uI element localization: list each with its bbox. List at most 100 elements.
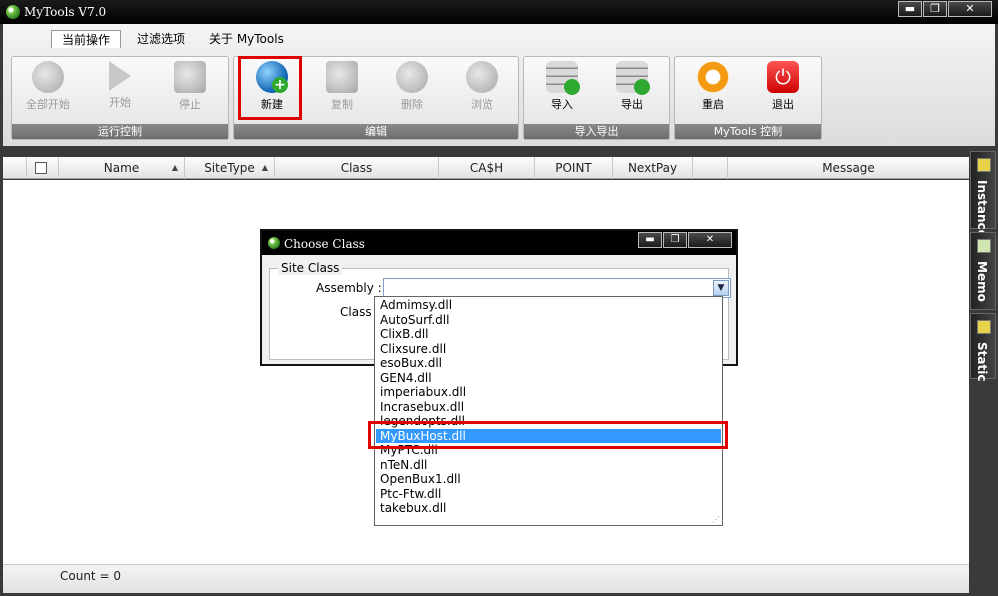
highlight-box-new-button — [238, 56, 302, 120]
delete-button[interactable]: 删除 — [382, 61, 442, 113]
site-class-legend: Site Class — [278, 261, 343, 275]
exit-button[interactable]: ⏻ 退出 — [753, 61, 813, 113]
column-class-label: Class — [340, 161, 373, 175]
dropdown-item[interactable]: esoBux.dll — [376, 356, 721, 370]
start-button[interactable]: 开始 — [90, 61, 150, 113]
tab-about[interactable]: 关于 MyTools — [199, 30, 294, 48]
column-nextpay-label: NextPay — [627, 161, 678, 175]
start-all-label: 全部开始 — [26, 98, 70, 111]
restart-button[interactable]: 重启 — [683, 61, 743, 113]
dialog-maximize-button[interactable]: ❐ — [663, 232, 687, 248]
dropdown-item[interactable]: OpenBux1.dll — [376, 472, 721, 486]
chevron-down-icon[interactable]: ▼ — [713, 280, 729, 296]
import-button[interactable]: 导入 — [532, 61, 592, 113]
export-icon — [616, 61, 650, 95]
column-cash-label: CA$H — [469, 161, 504, 175]
assembly-label: Assembly : — [316, 281, 382, 295]
assembly-dropdown-list[interactable]: Admimsy.dll AutoSurf.dll ClixB.dll Clixs… — [374, 296, 723, 526]
column-select-all[interactable] — [27, 157, 59, 179]
ribbon-group-mytools-control: 重启 ⏻ 退出 MyTools 控制 — [674, 56, 822, 140]
ribbon-group-run-control: 全部开始 开始 停止 运行控制 — [11, 56, 229, 140]
resize-grip-icon[interactable]: ⋰ — [712, 515, 720, 524]
record-count: Count = 0 — [60, 569, 121, 583]
dialog-title-bar: Choose Class ▬ ❐ ✕ — [262, 231, 736, 255]
close-button[interactable]: ✕ — [948, 1, 992, 17]
dialog-close-button[interactable]: ✕ — [688, 232, 732, 248]
dropdown-item[interactable]: imperiabux.dll — [376, 385, 721, 399]
stop-label: 停止 — [179, 98, 201, 111]
app-logo-icon — [6, 5, 20, 19]
side-panel: Instance Memo Static — [969, 150, 997, 596]
dialog-minimize-button[interactable]: ▬ — [638, 232, 662, 248]
column-message-label: Message — [822, 161, 875, 175]
status-bar: Count = 0 — [3, 564, 969, 593]
browse-icon — [466, 61, 498, 93]
maximize-button[interactable]: ❐ — [923, 1, 947, 17]
group-label-run-control: 运行控制 — [12, 124, 228, 139]
side-tab-memo[interactable]: Memo — [970, 232, 996, 310]
start-all-button[interactable]: 全部开始 — [18, 61, 78, 113]
start-label: 开始 — [109, 96, 131, 109]
column-class[interactable]: Class — [275, 157, 439, 179]
exit-label: 退出 — [772, 98, 794, 111]
dialog-logo-icon — [268, 237, 280, 249]
minimize-button[interactable]: ▬ — [898, 1, 922, 17]
dropdown-item[interactable]: nTeN.dll — [376, 458, 721, 472]
delete-icon — [396, 61, 428, 93]
title-bar: MyTools V7.0 ▬ ❐ ✕ — [0, 0, 998, 24]
copy-button[interactable]: 复制 — [312, 61, 372, 113]
instance-icon — [977, 158, 991, 172]
browse-button[interactable]: 浏览 — [452, 61, 512, 113]
dropdown-item[interactable]: takebux.dll — [376, 501, 721, 515]
ribbon: 当前操作 过滤选项 关于 MyTools 全部开始 开始 停止 运行控制 新建 … — [3, 24, 995, 146]
dialog-title: Choose Class — [284, 237, 365, 251]
power-icon: ⏻ — [767, 61, 799, 93]
dropdown-item[interactable]: Admimsy.dll — [376, 298, 721, 312]
dropdown-item[interactable]: ClixB.dll — [376, 327, 721, 341]
side-tab-memo-label: Memo — [975, 261, 989, 302]
stop-button[interactable]: 停止 — [160, 61, 220, 113]
ribbon-group-import-export: 导入 导出 导入导出 — [523, 56, 670, 140]
restart-label: 重启 — [702, 98, 724, 111]
side-tab-instance-label: Instance — [975, 180, 989, 238]
restart-icon — [697, 61, 729, 93]
column-message[interactable]: Message — [728, 157, 969, 179]
tab-filter-options[interactable]: 过滤选项 — [127, 30, 195, 48]
column-cash[interactable]: CA$H — [439, 157, 535, 179]
column-sitetype[interactable]: SiteType ▲ — [185, 157, 275, 179]
sort-icon: ▲ — [261, 163, 268, 172]
column-point[interactable]: POINT — [535, 157, 613, 179]
dropdown-item[interactable]: Clixsure.dll — [376, 342, 721, 356]
play-icon — [109, 61, 131, 91]
side-tab-static-label: Static — [975, 342, 989, 382]
column-point-label: POINT — [555, 161, 592, 175]
dropdown-item[interactable]: Incrasebux.dll — [376, 400, 721, 414]
dropdown-item[interactable]: AutoSurf.dll — [376, 313, 721, 327]
import-icon — [546, 61, 580, 95]
export-button[interactable]: 导出 — [602, 61, 662, 113]
column-indicator — [3, 157, 27, 179]
dropdown-item[interactable]: GEN4.dll — [376, 371, 721, 385]
side-tab-static[interactable]: Static — [970, 313, 996, 382]
column-sitetype-label: SiteType — [204, 161, 255, 175]
dropdown-item[interactable]: Ptc-Ftw.dll — [376, 487, 721, 501]
group-label-mytools-control: MyTools 控制 — [675, 124, 821, 139]
copy-icon — [326, 61, 358, 93]
side-tab-instance[interactable]: Instance — [970, 151, 996, 238]
browse-label: 浏览 — [471, 98, 493, 111]
column-name[interactable]: Name ▲ — [59, 157, 185, 179]
group-label-edit: 编辑 — [234, 124, 518, 139]
memo-icon — [977, 239, 991, 253]
column-blank[interactable] — [693, 157, 728, 179]
import-label: 导入 — [551, 98, 573, 111]
window-title: MyTools V7.0 — [24, 5, 107, 19]
assembly-select[interactable]: ▼ — [383, 278, 731, 298]
select-all-checkbox[interactable] — [35, 162, 47, 174]
start-all-icon — [32, 61, 64, 93]
static-icon — [977, 320, 991, 334]
sort-icon: ▲ — [171, 163, 178, 172]
column-nextpay[interactable]: NextPay — [613, 157, 693, 179]
tab-current-operations[interactable]: 当前操作 — [51, 30, 122, 48]
export-label: 导出 — [621, 98, 643, 111]
delete-label: 删除 — [401, 98, 423, 111]
